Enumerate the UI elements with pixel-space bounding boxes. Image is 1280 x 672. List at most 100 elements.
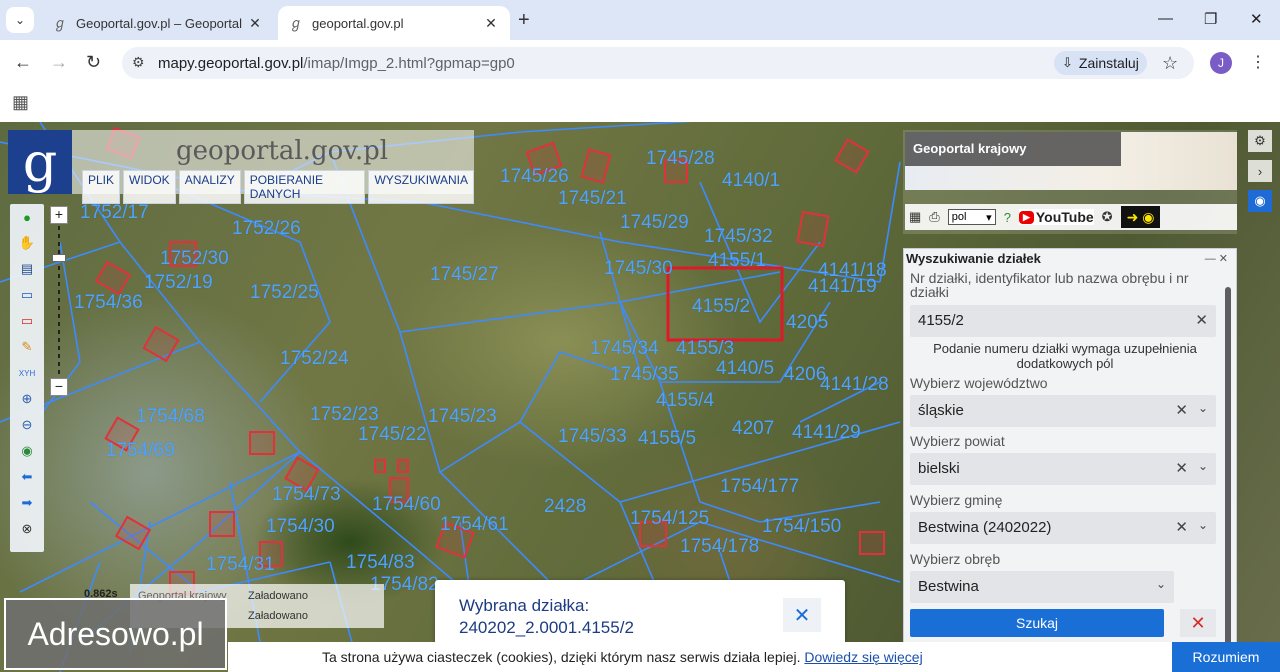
youtube-label: YouTube [1035, 209, 1094, 225]
zoom-minus-button[interactable]: − [50, 378, 68, 396]
youtube-button[interactable]: ▶ YouTube [1018, 209, 1094, 225]
parcel-label: 1745/22 [358, 424, 427, 445]
chevron-down-icon[interactable]: ⌄ [1156, 577, 1166, 591]
minimize-icon[interactable]: — [1158, 10, 1173, 27]
zoom-track[interactable] [58, 226, 60, 376]
high-contrast-icon[interactable]: ➜ ◉ [1120, 206, 1161, 228]
close-window-icon[interactable]: ✕ [1250, 10, 1263, 28]
menu-plik[interactable]: PLIK [82, 170, 121, 204]
geoportal-logo-text: geoportal.gov.pl [176, 136, 389, 166]
close-tab-icon[interactable]: ✕ [246, 15, 264, 32]
maximize-icon[interactable]: ❐ [1204, 10, 1217, 28]
expand-icon[interactable]: › [1248, 160, 1272, 182]
reload-icon[interactable]: ↻ [86, 52, 101, 73]
layer-status: Załadowano [248, 590, 308, 602]
menu-pobieranie-danych[interactable]: POBIERANIE DANYCH [243, 170, 366, 204]
zoom-knob[interactable] [52, 254, 66, 262]
clear-icon[interactable]: ✕ [1175, 459, 1188, 477]
layer-status: Załadowano [248, 610, 308, 622]
chevron-down-icon[interactable]: ⌄ [1198, 401, 1208, 415]
menu-wyszukiwania[interactable]: WYSZUKIWANIA [368, 170, 474, 204]
wojewodztwo-label: Wybierz województwo [910, 375, 1048, 391]
forward-icon[interactable]: → [50, 52, 68, 73]
site-info-icon[interactable]: ⚙ [132, 54, 145, 71]
parcel-label: 1754/69 [106, 440, 175, 461]
table-icon[interactable]: ▦ [909, 209, 921, 225]
parcel-label: 1754/60 [372, 494, 441, 515]
clear-form-icon[interactable]: ✕ [1180, 609, 1216, 637]
draw-pencil-icon[interactable]: ✎ [18, 338, 36, 356]
parcel-search-panel: Wyszukiwanie działek — ✕ Nr działki, ide… [903, 248, 1237, 672]
clear-icon[interactable]: ✕ [1175, 401, 1188, 419]
zoom-out-icon[interactable]: ⊖ [18, 416, 36, 434]
zoom-in-icon[interactable]: ⊕ [18, 390, 36, 408]
globe-icon[interactable]: ◉ [18, 442, 36, 460]
selected-parcel-title: Wybrana działka: [459, 596, 590, 615]
address-bar[interactable]: ⚙ mapy.geoportal.gov.pl/imap/Imgp_2.html… [122, 47, 1194, 79]
cookie-accept-button[interactable]: Rozumiem [1172, 642, 1280, 672]
parcel-label: 1752/25 [250, 282, 319, 303]
parcel-label: 1752/26 [232, 218, 301, 239]
map-viewport[interactable]: 1752/17 1752/26 1752/25 1745/27 1745/23 … [0, 122, 1280, 672]
powiat-select[interactable]: bielski ✕ ⌄ [910, 453, 1216, 485]
zoom-plus-button[interactable]: + [50, 206, 68, 224]
parcel-label: 1754/73 [272, 484, 341, 505]
parcel-label: 1745/35 [610, 364, 679, 385]
previous-view-icon[interactable]: ⬅ [18, 468, 36, 486]
back-icon[interactable]: ← [14, 52, 32, 73]
cookie-more-link[interactable]: Dowiedz się więcej [804, 649, 922, 665]
profile-avatar[interactable]: J [1210, 52, 1232, 74]
pan-hand-icon[interactable]: ✋ [18, 234, 36, 252]
chevron-down-icon[interactable]: ⌄ [1198, 518, 1208, 532]
bookmark-star-icon[interactable]: ☆ [1162, 53, 1178, 74]
next-view-icon[interactable]: ➡ [18, 494, 36, 512]
language-select[interactable]: pol ▾ [947, 209, 996, 225]
accessibility-icon[interactable]: ✪ [1102, 209, 1113, 225]
close-tab-icon[interactable]: ✕ [482, 15, 500, 32]
panel-scrollbar[interactable] [1222, 265, 1234, 667]
search-button[interactable]: Szukaj [910, 609, 1164, 637]
clear-icon[interactable]: ✕ [1175, 518, 1188, 536]
geoportal-favicon-icon: ℊ [289, 15, 303, 31]
select-object-icon[interactable]: ▭ [18, 312, 36, 330]
parcel-label: 1754/177 [720, 476, 800, 497]
scroll-thumb[interactable] [1225, 287, 1231, 667]
browser-menu-icon[interactable]: ⋮ [1250, 52, 1266, 72]
clear-icon[interactable]: ✕ [1195, 311, 1208, 329]
full-extent-icon[interactable]: ⊗ [18, 520, 36, 538]
select-area-icon[interactable]: ▭ [18, 286, 36, 304]
chevron-down-icon[interactable]: ⌄ [1198, 459, 1208, 473]
tab-search-button[interactable]: ⌄ [6, 7, 34, 33]
tab-geoportal-main[interactable]: ℊ Geoportal.gov.pl – Geoportal Infrastru… [42, 6, 274, 40]
bookmarks-bar: ▦ [0, 86, 1280, 122]
gmina-select[interactable]: Bestwina (2402022) ✕ ⌄ [910, 512, 1216, 544]
visibility-icon[interactable]: ◉ [1248, 190, 1272, 212]
parcel-label: 1754/68 [136, 406, 205, 427]
menu-analizy[interactable]: ANALIZY [178, 170, 241, 204]
main-menu: PLIK WIDOK ANALIZY POBIERANIE DANYCH WYS… [82, 170, 474, 204]
info-icon[interactable]: ● [18, 208, 36, 226]
settings-icon[interactable]: ⚙ [1248, 130, 1272, 152]
zoom-slider[interactable]: + − [50, 206, 68, 396]
geoportal-favicon-icon: ℊ [53, 15, 67, 31]
coordinates-xyh-icon[interactable]: XYH [18, 364, 36, 382]
wojewodztwo-select[interactable]: śląskie ✕ ⌄ [910, 395, 1216, 427]
tab-geoportal-map[interactable]: ℊ geoportal.gov.pl ✕ [278, 6, 510, 40]
menu-widok[interactable]: WIDOK [123, 170, 176, 204]
obreb-select[interactable]: Bestwina ⌄ [910, 571, 1174, 603]
help-icon[interactable]: ? [1004, 210, 1011, 225]
parcel-label: 4155/5 [638, 428, 697, 449]
cookie-text: Ta strona używa ciasteczek (cookies), dz… [322, 649, 923, 665]
wojewodztwo-value: śląskie [918, 402, 964, 419]
overview-map[interactable]: Geoportal krajowy [905, 132, 1237, 190]
layers-list-icon[interactable]: ▤ [18, 260, 36, 278]
install-app-button[interactable]: ⇩ Zainstaluj [1054, 51, 1147, 75]
tools-row: ▦ ⎙ pol ▾ ? ▶ YouTube ✪ ➜ ◉ [905, 204, 1237, 230]
close-icon[interactable]: ✕ [783, 598, 821, 632]
query-input[interactable]: 4155/2 ✕ [910, 305, 1216, 337]
new-tab-icon[interactable]: + [518, 9, 530, 32]
parcel-label: 1754/178 [680, 536, 760, 557]
print-icon[interactable]: ⎙ [929, 209, 939, 225]
apps-grid-icon[interactable]: ▦ [12, 92, 29, 113]
panel-window-controls[interactable]: — ✕ [1205, 252, 1228, 265]
